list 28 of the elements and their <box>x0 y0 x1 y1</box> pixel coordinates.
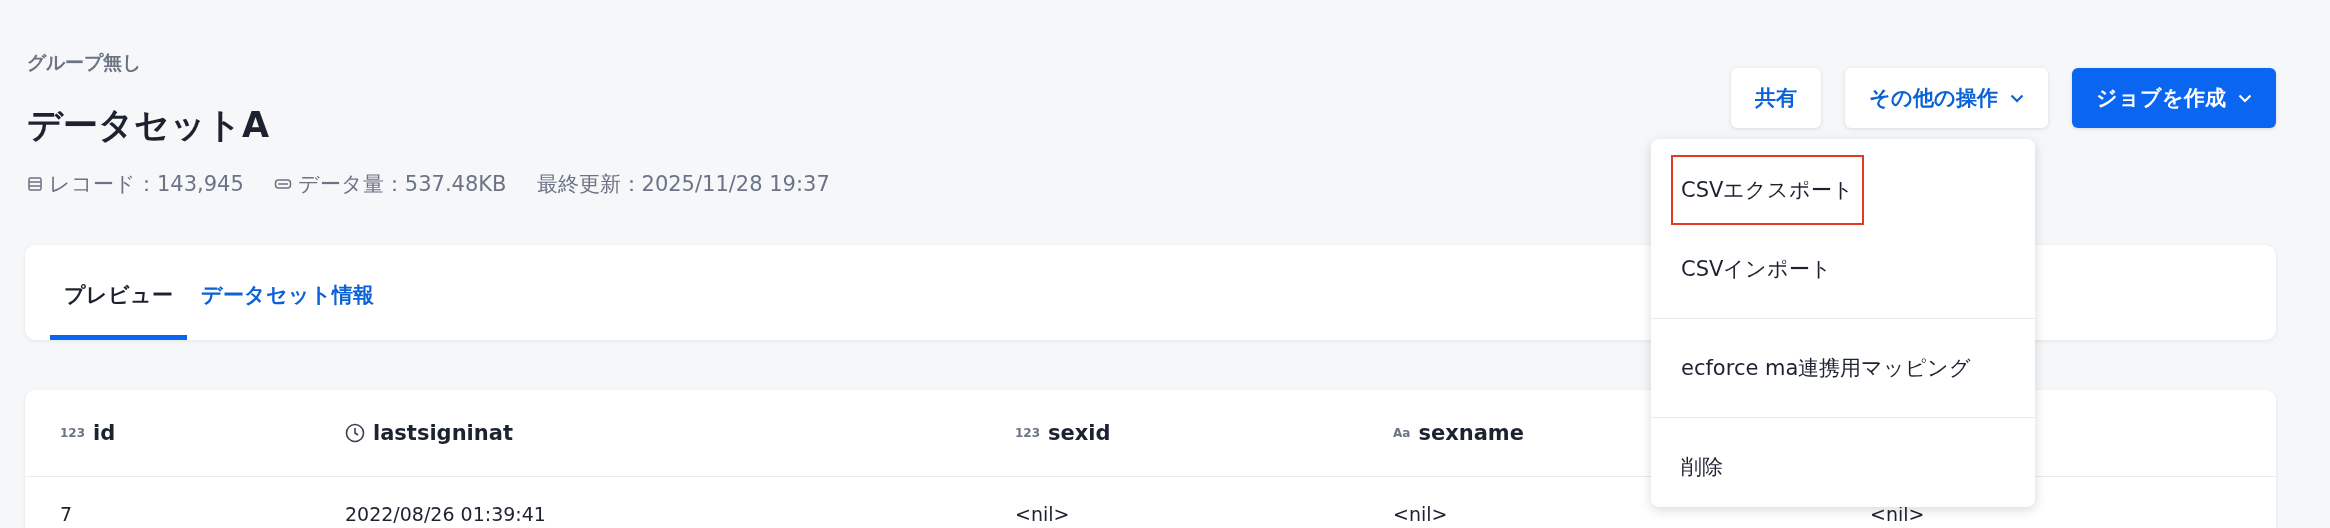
group-label: グループ無し <box>27 50 142 74</box>
menu-item[interactable]: 削除 <box>1651 432 2035 502</box>
table-cell: 2022/08/26 01:39:41 <box>345 503 546 525</box>
meta-text: データ量：537.48KB <box>297 171 507 198</box>
type-label: Aa <box>1393 426 1411 440</box>
storage-icon <box>273 177 292 191</box>
create-job-button[interactable]: ジョブを作成 <box>2072 68 2276 128</box>
list-icon <box>27 176 43 192</box>
type-label: 123 <box>1015 426 1041 440</box>
action-button[interactable]: その他の操作 <box>1845 68 2048 128</box>
table-cell: <nil> <box>1393 503 1448 525</box>
clock-icon <box>345 423 365 443</box>
tab[interactable]: プレビュー <box>50 255 187 340</box>
tab[interactable]: データセット情報 <box>187 255 388 340</box>
column-header: lastsigninat <box>373 421 513 445</box>
meta-text: レコード：143,945 <box>49 171 244 198</box>
meta-text: 最終更新：2025/11/28 19:37 <box>536 171 830 198</box>
menu-item[interactable]: ecforce ma連携用マッピング <box>1651 333 2035 403</box>
column-header: id <box>93 421 116 445</box>
type-label: 123 <box>60 426 86 440</box>
table-cell: <nil> <box>1870 503 1925 525</box>
dataset-title: データセットA <box>27 104 271 147</box>
menu-item[interactable]: CSVインポート <box>1651 234 2035 304</box>
table-cell: 7 <box>60 503 73 525</box>
action-button[interactable]: 共有 <box>1731 68 1821 128</box>
column-header: sexname <box>1418 421 1524 445</box>
column-header: sexid <box>1048 421 1111 445</box>
table-cell: <nil> <box>1015 503 1070 525</box>
